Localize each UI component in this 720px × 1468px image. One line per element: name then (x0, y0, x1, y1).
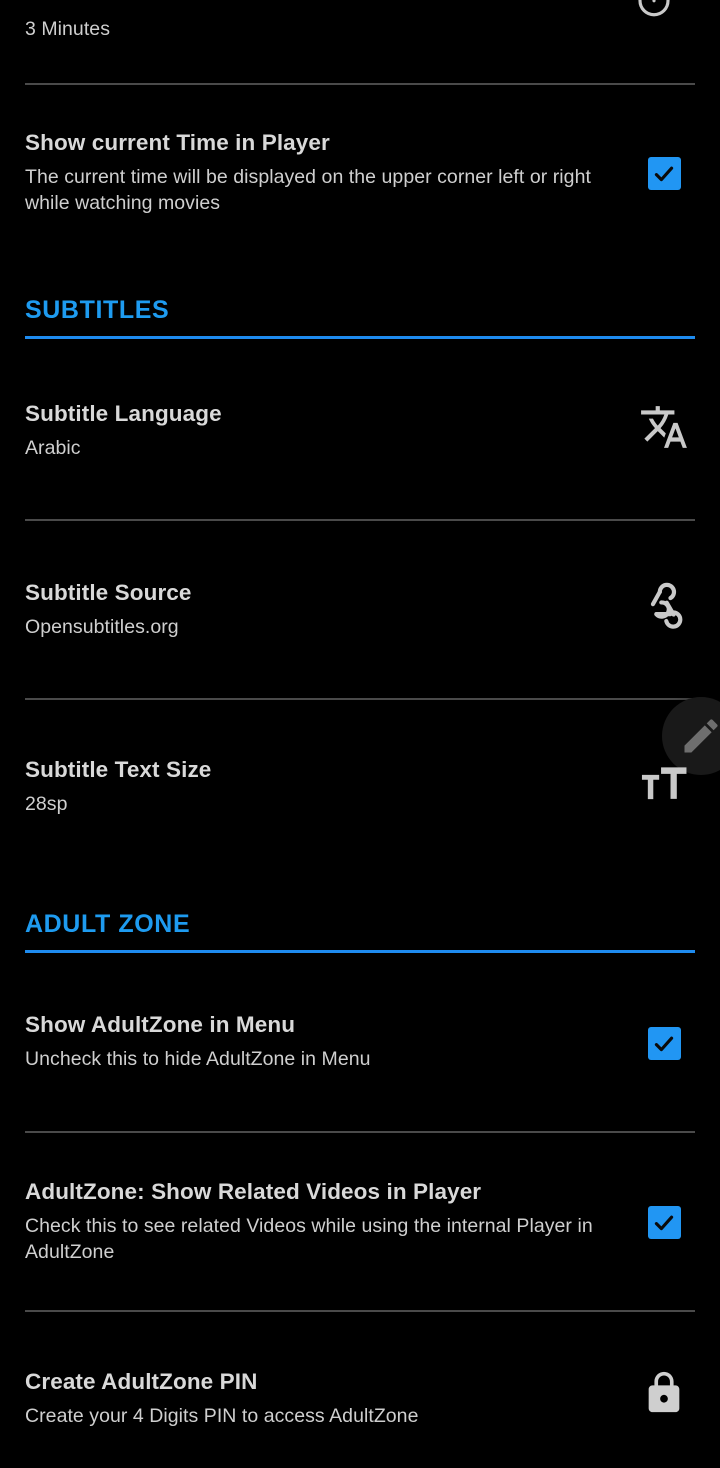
divider (25, 519, 695, 521)
pencil-edit-icon (679, 714, 720, 758)
translate-icon[interactable] (639, 402, 689, 452)
row-accessory (633, 1011, 695, 1060)
settings-row-create-adultzone-pin[interactable]: Create AdultZone PIN Create your 4 Digit… (0, 1368, 720, 1430)
section-title: ADULT ZONE (25, 912, 695, 937)
checkbox-show-current-time[interactable] (648, 157, 681, 190)
row-text-block: Show current Time in Player The current … (25, 129, 633, 217)
row-description: Create your 4 Digits PIN to access Adult… (25, 1404, 609, 1430)
divider (25, 1310, 695, 1312)
row-value: Arabic (25, 436, 609, 462)
lock-icon[interactable] (641, 1370, 687, 1416)
settings-row-clipped-top[interactable]: end 3 Minutes (0, 0, 720, 43)
row-text-block: Create AdultZone PIN Create your 4 Digit… (25, 1368, 633, 1430)
row-text-block: Subtitle Language Arabic (25, 400, 633, 462)
section-header-adult-zone: ADULT ZONE (25, 912, 695, 953)
settings-row-subtitle-language[interactable]: Subtitle Language Arabic (0, 400, 720, 462)
settings-screen: end 3 Minutes Show current Time in Playe… (0, 0, 720, 1468)
divider (25, 1131, 695, 1133)
timer-icon[interactable] (633, 0, 675, 20)
row-text-block: Show AdultZone in Menu Uncheck this to h… (25, 1011, 633, 1073)
section-rule (25, 950, 695, 953)
divider (25, 698, 695, 700)
row-value: 3 Minutes (25, 17, 609, 43)
row-title: Subtitle Language (25, 400, 609, 427)
section-rule (25, 336, 695, 339)
row-title: Show AdultZone in Menu (25, 1011, 609, 1038)
checkbox-adultzone-related-videos[interactable] (648, 1206, 681, 1239)
settings-row-subtitle-text-size[interactable]: Subtitle Text Size 28sp (0, 756, 720, 818)
row-title: Subtitle Source (25, 579, 609, 606)
webhook-icon[interactable] (639, 581, 689, 631)
settings-row-show-current-time[interactable]: Show current Time in Player The current … (0, 129, 720, 217)
row-title: end (25, 0, 609, 5)
row-accessory (633, 129, 695, 190)
row-value: Opensubtitles.org (25, 615, 609, 641)
divider (25, 83, 695, 85)
section-header-subtitles: SUBTITLES (25, 298, 695, 339)
row-accessory (633, 1178, 695, 1239)
row-accessory (633, 1368, 695, 1416)
row-text-block: Subtitle Text Size 28sp (25, 756, 633, 818)
row-title: Show current Time in Player (25, 129, 609, 156)
settings-row-subtitle-source[interactable]: Subtitle Source Opensubtitles.org (0, 579, 720, 641)
row-title: AdultZone: Show Related Videos in Player (25, 1178, 609, 1205)
row-value: 28sp (25, 792, 609, 818)
row-title: Subtitle Text Size (25, 756, 609, 783)
row-description: The current time will be displayed on th… (25, 165, 609, 217)
section-title: SUBTITLES (25, 298, 695, 323)
settings-row-show-adultzone-in-menu[interactable]: Show AdultZone in Menu Uncheck this to h… (0, 1011, 720, 1073)
row-description: Check this to see related Videos while u… (25, 1214, 609, 1266)
format-size-icon[interactable] (638, 764, 690, 806)
checkbox-show-adultzone-in-menu[interactable] (648, 1027, 681, 1060)
row-accessory (633, 400, 695, 452)
row-text-block: Subtitle Source Opensubtitles.org (25, 579, 633, 641)
row-text-block: end 3 Minutes (25, 0, 633, 43)
settings-row-adultzone-related-videos[interactable]: AdultZone: Show Related Videos in Player… (0, 1178, 720, 1266)
row-description: Uncheck this to hide AdultZone in Menu (25, 1047, 609, 1073)
row-accessory (633, 756, 695, 806)
row-text-block: AdultZone: Show Related Videos in Player… (25, 1178, 633, 1266)
row-accessory (633, 579, 695, 631)
row-title: Create AdultZone PIN (25, 1368, 609, 1395)
